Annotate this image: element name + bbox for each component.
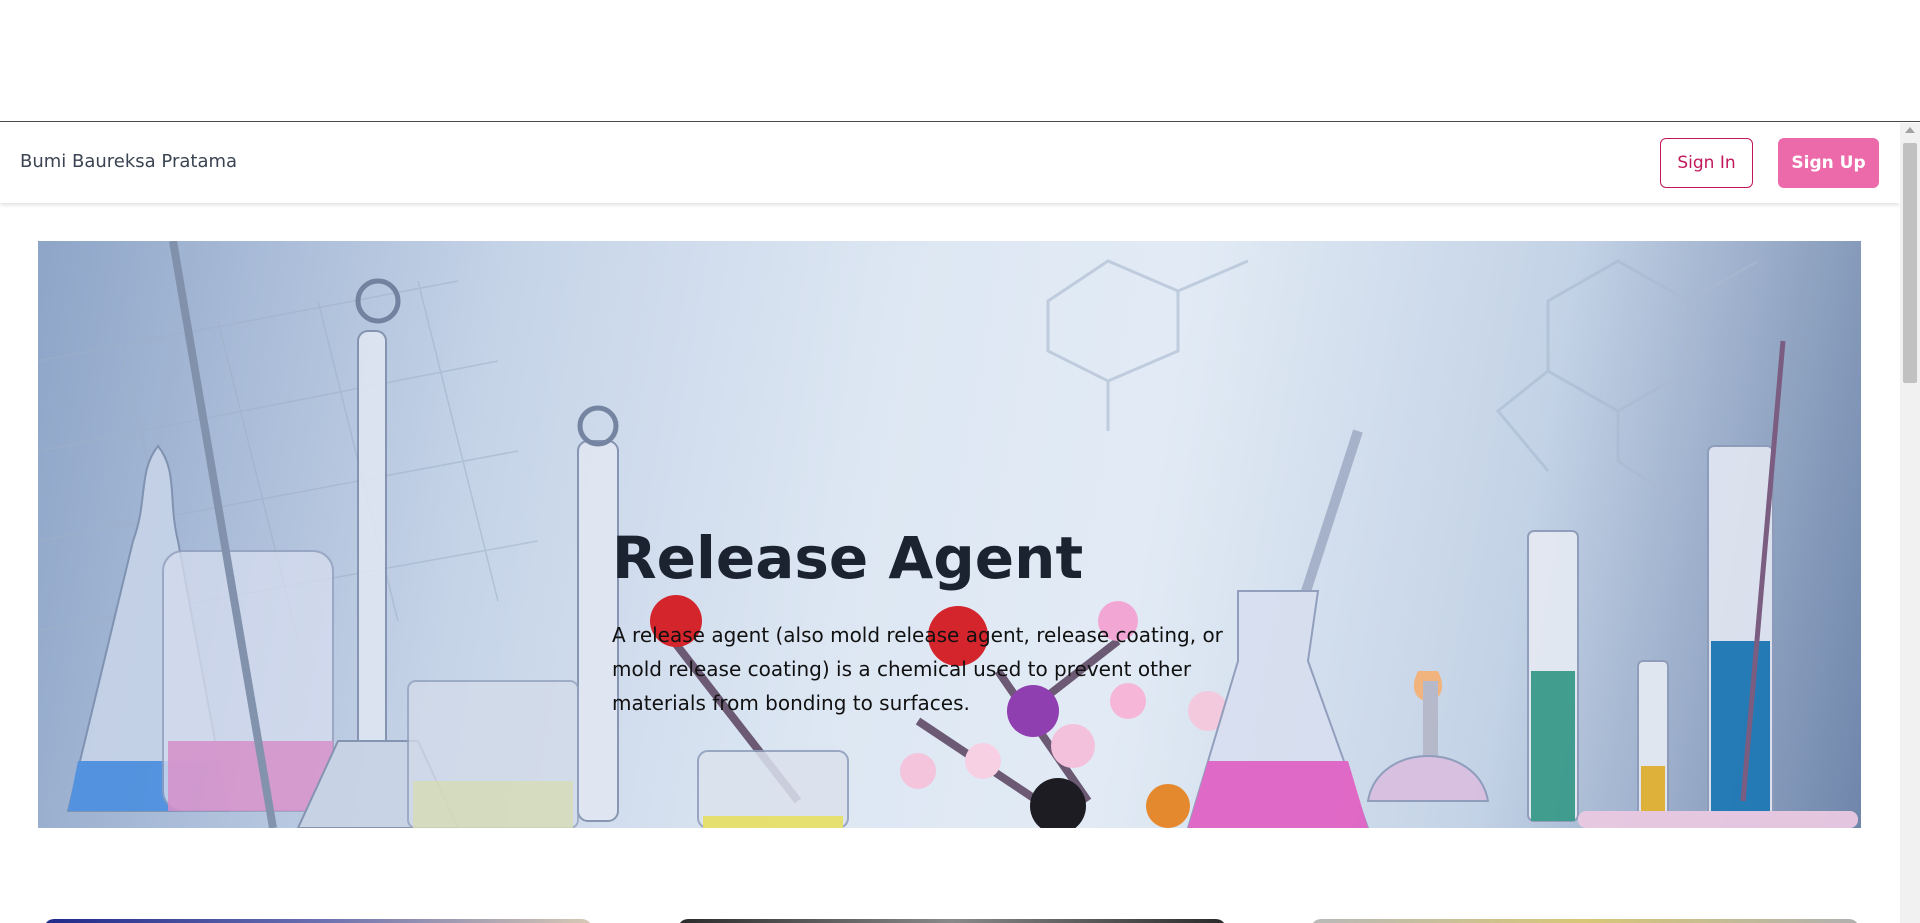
card-image-3[interactable]	[1311, 919, 1859, 923]
hero-description: A release agent (also mold release agent…	[612, 623, 1223, 715]
card-image-1[interactable]	[44, 919, 592, 923]
navbar: Bumi Baureksa Pratama Sign In Sign Up	[0, 123, 1900, 203]
page-viewport: Bumi Baureksa Pratama Sign In Sign Up Re…	[0, 123, 1900, 923]
hero-banner: Release Agent A release agent (also mold…	[38, 241, 1861, 828]
brand-logo-text[interactable]: Bumi Baureksa Pratama	[20, 151, 237, 172]
sign-up-button[interactable]: Sign Up	[1778, 138, 1879, 188]
scroll-up-arrow-icon[interactable]	[1905, 127, 1915, 133]
scrollbar-thumb[interactable]	[1903, 143, 1917, 383]
vertical-scrollbar[interactable]	[1900, 123, 1920, 923]
browser-top-area	[0, 0, 1920, 122]
card-image-2[interactable]	[678, 919, 1226, 923]
cards-row	[0, 919, 1900, 923]
hero-title: Release Agent	[612, 524, 1084, 592]
sign-in-button[interactable]: Sign In	[1660, 138, 1753, 188]
